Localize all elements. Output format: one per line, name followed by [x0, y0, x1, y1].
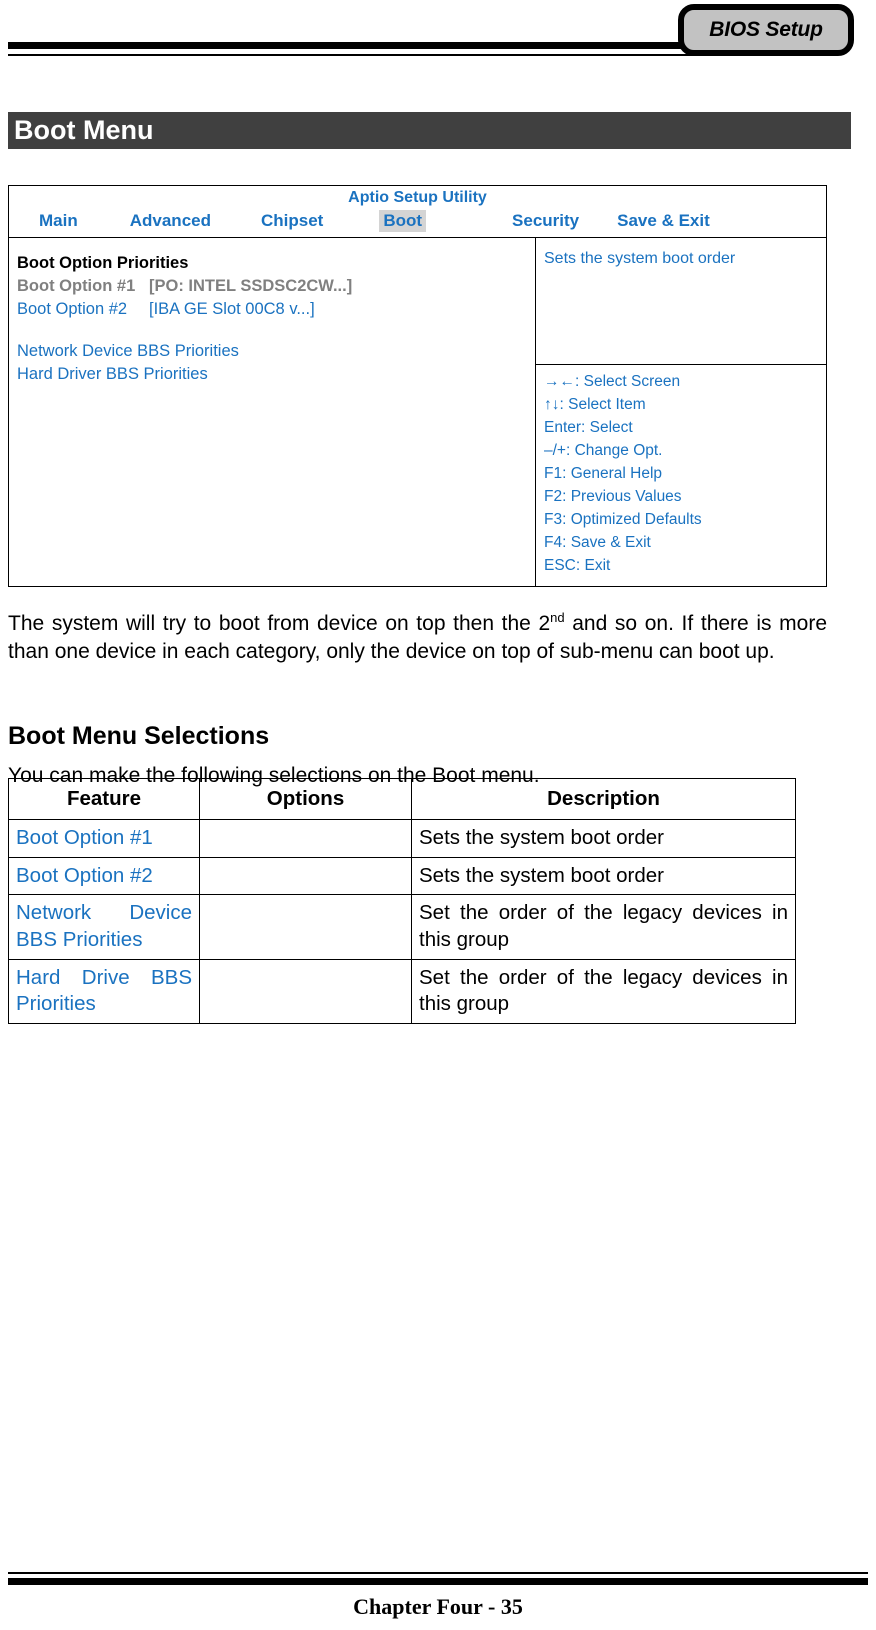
column-header-options: Options	[199, 778, 412, 820]
cell-description: Set the order of the legacy devices in t…	[411, 958, 796, 1024]
bios-help-box: Sets the system boot order	[536, 238, 826, 365]
submenu-hard-driver-bbs-priorities[interactable]: Hard Driver BBS Priorities	[17, 363, 535, 386]
cell-options	[199, 856, 412, 896]
key-enter-select: Enter: Select	[544, 418, 633, 436]
panel-spacer	[17, 320, 535, 340]
cell-options	[199, 819, 412, 858]
table-row: Hard Drive BBS Priorities Set the order …	[8, 958, 796, 1024]
tab-boot[interactable]: Boot	[379, 210, 427, 232]
tab-chipset[interactable]: Chipset	[257, 210, 327, 232]
section-title-bar: Boot Menu	[8, 112, 851, 149]
cell-description: Set the order of the legacy devices in t…	[411, 894, 796, 960]
cell-options	[199, 958, 412, 1024]
cell-feature: Boot Option #2	[8, 856, 200, 896]
boot-option-row-2[interactable]: Boot Option #2 [IBA GE Slot 00C8 v...]	[17, 298, 535, 321]
bios-help-text: Sets the system boot order	[544, 250, 736, 267]
intro-paragraph: The system will try to boot from device …	[8, 609, 827, 666]
table-row: Boot Option #1 Sets the system boot orde…	[8, 819, 796, 858]
cell-feature: Network Device BBS Priorities	[8, 894, 200, 960]
ordinal-suffix: nd	[550, 610, 565, 625]
cell-options	[199, 894, 412, 960]
table-row: Boot Option #2 Sets the system boot orde…	[8, 856, 796, 896]
key-f4-save-and-exit: F4: Save & Exit	[544, 533, 651, 551]
boot-option-row-1[interactable]: Boot Option #1 [PO: INTEL SSDSC2CW...]	[17, 275, 535, 298]
boot-option-1-value: [PO: INTEL SSDSC2CW...]	[149, 276, 353, 295]
bios-setup-badge: BIOS Setup	[678, 4, 854, 56]
boot-menu-selections-table: Feature Options Description Boot Option …	[8, 778, 796, 1024]
tab-advanced[interactable]: Advanced	[126, 210, 215, 232]
bios-screen-mock: Aptio Setup Utility Main Advanced Chipse…	[8, 185, 827, 587]
bios-menu-tabs: Main Advanced Chipset Boot Security Save…	[9, 208, 826, 233]
bios-titlebar: Aptio Setup Utility Main Advanced Chipse…	[9, 186, 826, 238]
bios-key-legend: →←: Select Screen ↑↓: Select Item Enter:…	[536, 365, 826, 577]
boot-option-1-label: Boot Option #1	[17, 276, 136, 295]
column-header-description: Description	[411, 778, 796, 820]
tab-security[interactable]: Security	[508, 210, 583, 232]
page-title: Boot Menu	[14, 115, 154, 145]
bios-right-panel: Sets the system boot order →←: Select Sc…	[536, 238, 826, 586]
boot-option-2-label: Boot Option #2	[17, 299, 128, 318]
intro-paragraph-part1: The system will try to boot from device …	[8, 612, 551, 635]
bios-body: Boot Option Priorities Boot Option #1 [P…	[9, 238, 826, 586]
footer-rule-thin	[8, 1572, 868, 1574]
page-header: BIOS Setup	[0, 0, 876, 96]
bios-left-panel: Boot Option Priorities Boot Option #1 [P…	[9, 238, 536, 586]
key-select-item: ↑↓: Select Item	[544, 395, 646, 413]
key-f1-general-help: F1: General Help	[544, 464, 663, 482]
cell-description: Sets the system boot order	[411, 819, 796, 858]
bios-setup-badge-label: BIOS Setup	[709, 18, 823, 41]
cell-feature: Hard Drive BBS Priorities	[8, 958, 200, 1024]
cell-description: Sets the system boot order	[411, 856, 796, 896]
boot-option-priorities-heading: Boot Option Priorities	[17, 254, 189, 272]
key-f2-previous-values: F2: Previous Values	[544, 487, 682, 505]
selections-heading: Boot Menu Selections	[8, 721, 270, 750]
key-f3-optimized-defaults: F3: Optimized Defaults	[544, 510, 702, 528]
table-header-row: Feature Options Description	[8, 778, 796, 820]
cell-feature: Boot Option #1	[8, 819, 200, 858]
tab-main[interactable]: Main	[35, 210, 82, 232]
key-change-opt: –/+: Change Opt.	[544, 441, 663, 459]
bios-utility-title: Aptio Setup Utility	[348, 189, 487, 206]
footer-rule-thick	[8, 1578, 868, 1585]
key-select-screen: →←: Select Screen	[544, 373, 681, 390]
boot-option-2-value: [IBA GE Slot 00C8 v...]	[149, 299, 315, 318]
tab-save-and-exit[interactable]: Save & Exit	[613, 210, 714, 232]
submenu-network-device-bbs-priorities[interactable]: Network Device BBS Priorities	[17, 340, 535, 363]
footer-page-label: Chapter Four - 35	[353, 1594, 523, 1619]
column-header-feature: Feature	[8, 778, 200, 820]
key-esc-exit: ESC: Exit	[544, 556, 611, 574]
table-row: Network Device BBS Priorities Set the or…	[8, 894, 796, 960]
